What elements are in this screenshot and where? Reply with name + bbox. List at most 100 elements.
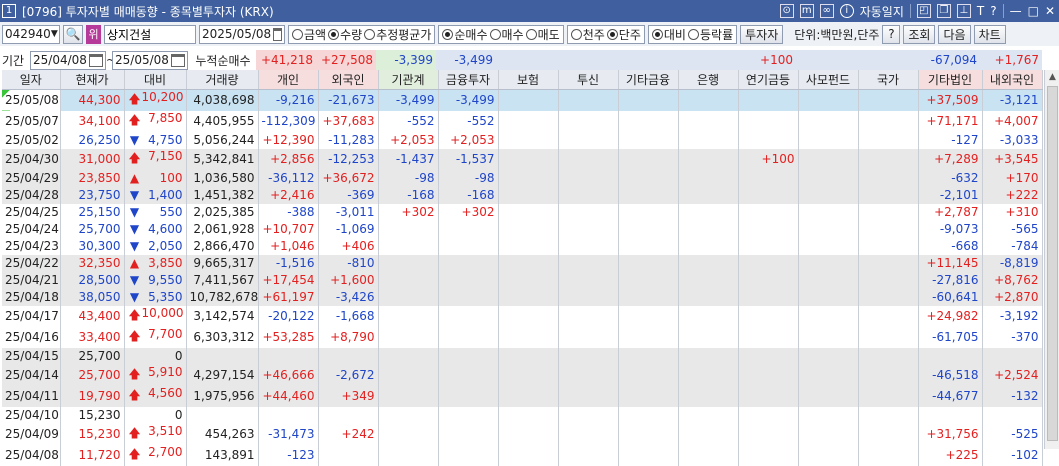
table-row[interactable]: 25/04/28 23,750 ▼ 1,400 1,451,382 +2,416 -369-…	[2, 186, 1043, 204]
table-row[interactable]: 25/04/25 25,150 ▼ 550 2,025,385 -388 -3,011 +30…	[2, 203, 1043, 221]
table-row[interactable]: 25/04/15 25,700 0	[2, 347, 1043, 365]
table-row[interactable]: 25/04/21 28,500 ▼ 9,550 7,411,567 +17,454 +1,6…	[2, 271, 1043, 289]
stock-code-input[interactable]: 042940 ▼	[2, 24, 60, 44]
info-icon[interactable]: i	[839, 4, 854, 18]
vertical-scrollbar[interactable]: ▲	[1044, 70, 1059, 449]
investor-button[interactable]: 투자자	[740, 24, 784, 44]
next-button[interactable]: 다음	[938, 24, 971, 44]
radio-option[interactable]: 매도	[525, 26, 560, 43]
radio-option[interactable]: 수량	[328, 26, 362, 43]
font-icon[interactable]: T	[977, 4, 984, 18]
radio-icon[interactable]	[525, 28, 537, 40]
column-header[interactable]: 내외국인	[982, 70, 1043, 90]
column-header[interactable]: 대비	[124, 70, 187, 90]
column-header[interactable]: 은행	[678, 70, 739, 90]
column-header[interactable]: 현재가	[60, 70, 125, 90]
search-icon: 🔍	[65, 27, 81, 41]
radio-option[interactable]: 천주	[570, 26, 605, 43]
table-row[interactable]: 25/05/02 26,250 ▼ 4,750 5,056,244 +12,390 -11,…	[2, 131, 1043, 149]
radio-icon[interactable]	[292, 28, 303, 40]
radio-option[interactable]: 단주	[606, 26, 641, 43]
table-row[interactable]: 25/04/14 25,700 🡅 5,910 4,297,154 +46,666 -2,6…	[2, 364, 1043, 386]
m-icon[interactable]: m	[799, 4, 814, 18]
column-header[interactable]: 투신	[558, 70, 619, 90]
column-header[interactable]: 거래량	[186, 70, 259, 90]
table-cell	[798, 406, 859, 424]
minimize-icon[interactable]: —	[1010, 4, 1022, 18]
calendar-icon[interactable]	[171, 53, 185, 67]
table-cell: 4,038,698	[186, 89, 259, 111]
period-from-field[interactable]: 25/04/08	[30, 50, 106, 70]
table-cell	[438, 305, 499, 327]
table-row[interactable]: 25/05/08 44,300 🡅 10,200 4,038,698 -9,216 -21,…	[2, 89, 1043, 111]
radio-icon[interactable]	[442, 28, 454, 40]
table-row[interactable]: 25/04/22 32,350 ▲ 3,850 9,665,317 -1,516 -810 +…	[2, 254, 1043, 272]
column-header[interactable]: 금융투자	[438, 70, 499, 90]
title-bar-controls: ⊙ m ∞ i 자동일지 ◰ ❐ ⊥ T ? — □ ✕	[779, 0, 1055, 22]
radio-icon[interactable]	[328, 28, 340, 40]
radio-option[interactable]: 등락률	[687, 26, 733, 43]
help-icon[interactable]: ?	[990, 4, 996, 18]
layout-icon[interactable]: ◰	[916, 4, 931, 18]
radio-icon[interactable]	[570, 28, 582, 40]
radio-option[interactable]: 대비	[651, 26, 686, 43]
table-row[interactable]: 25/04/24 25,700 ▼ 4,600 2,061,928 +10,707 -1,0…	[2, 220, 1043, 238]
column-header[interactable]: 개인	[258, 70, 319, 90]
table-row[interactable]: 25/04/08 11,720 🡅 2,700 143,891 -123 +225 -102	[2, 444, 1043, 466]
table-cell: +31,756	[918, 423, 983, 445]
table-row[interactable]: 25/04/23 30,300 ▼ 2,050 2,866,470 +1,046 +406 -…	[2, 237, 1043, 255]
close-icon[interactable]: ✕	[1045, 4, 1055, 18]
table-cell: -11,283	[318, 131, 379, 149]
radio-option[interactable]: 추정평균가	[364, 26, 431, 43]
table-cell: 26,250	[60, 131, 125, 149]
copy-icon[interactable]: ❐	[936, 4, 951, 18]
auto-update-label[interactable]: 자동일지	[860, 3, 904, 20]
radio-option[interactable]: 매수	[489, 26, 524, 43]
query-button[interactable]: 조회	[903, 24, 936, 44]
radio-icon[interactable]	[651, 28, 663, 40]
column-header[interactable]: 보험	[498, 70, 559, 90]
scroll-up-arrow-icon[interactable]: ▲	[1045, 70, 1059, 85]
help-button[interactable]: ?	[882, 24, 901, 44]
radio-icon[interactable]	[364, 28, 376, 40]
radio-option[interactable]: 순매수	[442, 26, 488, 43]
column-header[interactable]: 연기금등	[738, 70, 799, 90]
calendar-icon[interactable]	[273, 27, 282, 41]
calendar-icon[interactable]	[89, 53, 103, 67]
table-row[interactable]: 25/04/11 19,790 🡅 4,560 1,975,956 +44,460 +349…	[2, 385, 1043, 407]
table-cell	[678, 347, 739, 365]
column-header[interactable]: 사모펀드	[798, 70, 859, 90]
table-row[interactable]: 25/05/07 34,100 🡅 7,850 4,405,955 -112,309 +37…	[2, 110, 1043, 132]
date-field[interactable]: 2025/05/08	[199, 24, 285, 44]
pin-icon[interactable]: ⊥	[956, 4, 971, 18]
radio-icon[interactable]	[489, 28, 501, 40]
radio-option[interactable]: 금액	[292, 26, 326, 43]
link-icon[interactable]: ∞	[819, 4, 834, 18]
scrollbar-thumb[interactable]	[1047, 86, 1058, 441]
table-row[interactable]: 25/04/29 23,850 ▲ 100 1,036,580 -36,112 +36,67…	[2, 169, 1043, 187]
column-header[interactable]: 기타금융	[618, 70, 679, 90]
column-header[interactable]: 국가	[858, 70, 919, 90]
table-cell: +2,524	[982, 364, 1043, 386]
table-row[interactable]: 25/04/16 33,400 🡅 7,700 6,303,312 +53,285 +8,7…	[2, 326, 1043, 348]
bookmark-icon[interactable]: ⊙	[779, 4, 794, 18]
table-row[interactable]: 25/04/18 38,050 ▼ 5,350 10,782,678 +61,197 -3,…	[2, 288, 1043, 306]
column-header[interactable]: 기관계	[378, 70, 439, 90]
maximize-icon[interactable]: □	[1028, 4, 1039, 18]
table-row[interactable]: 25/04/30 31,000 🡅 7,150 5,342,841 +2,856 -12,2…	[2, 148, 1043, 170]
up-arrow-icon: 🡅	[128, 425, 141, 440]
table-row[interactable]: 25/04/17 43,400 🡅 10,000 3,142,574 -20,122 -1,…	[2, 305, 1043, 327]
dropdown-arrow-icon[interactable]: ▼	[51, 29, 58, 39]
radio-icon[interactable]	[606, 28, 618, 40]
table-cell: +310	[982, 203, 1043, 221]
radio-icon[interactable]	[687, 28, 699, 40]
chart-button[interactable]: 차트	[973, 24, 1006, 44]
period-to-field[interactable]: 25/05/08	[112, 50, 188, 70]
column-header[interactable]: 외국인	[318, 70, 379, 90]
search-button[interactable]: 🔍	[63, 24, 83, 44]
table-row[interactable]: 25/04/10 15,230 0	[2, 406, 1043, 424]
stock-name-field[interactable]: 상지건설	[104, 24, 196, 44]
table-row[interactable]: 25/04/09 15,230 🡅 3,510 454,263 -31,473 +242 +3…	[2, 423, 1043, 445]
column-header[interactable]: 기타법인	[918, 70, 983, 90]
column-header[interactable]: 일자	[2, 70, 61, 90]
